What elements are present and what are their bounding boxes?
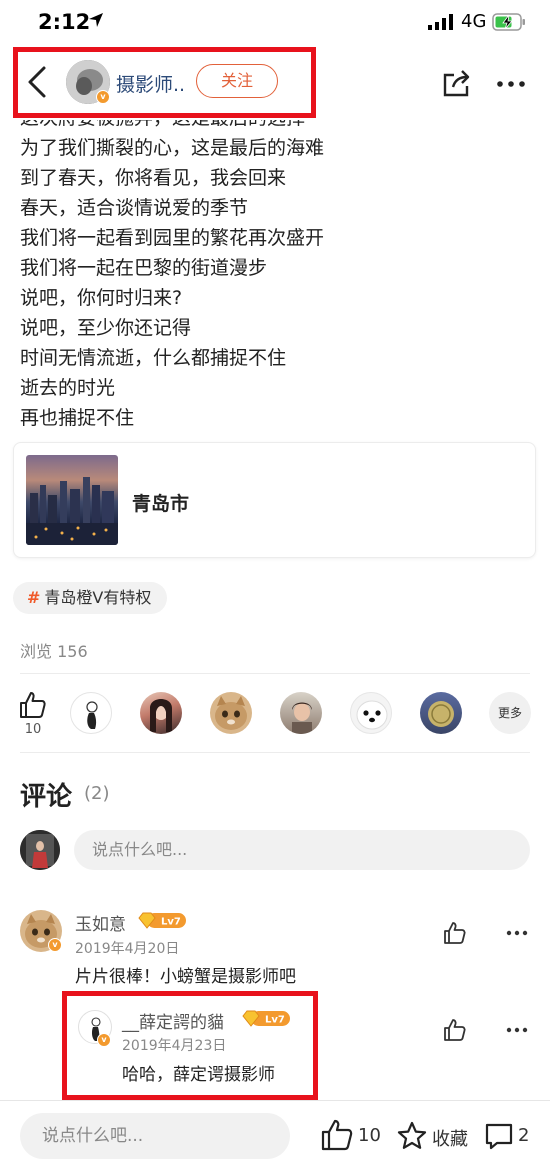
- my-avatar: [20, 830, 60, 870]
- more-likers-button[interactable]: 更多: [489, 692, 531, 734]
- person-avatar: [292, 702, 312, 734]
- comment-date: 2019年4月20日: [75, 941, 180, 957]
- thumbs-up-icon[interactable]: [320, 1118, 354, 1152]
- status-time: 2:12: [38, 10, 91, 34]
- comment-text: 片片很棒！小螃蟹是摄影师吧: [75, 967, 296, 987]
- article-line: 说吧，你何时归来?: [20, 287, 183, 309]
- verified-badge-icon: v: [48, 938, 62, 952]
- thumbs-up-icon: [20, 692, 46, 718]
- more-dots-icon[interactable]: [506, 1027, 528, 1033]
- liker-avatar[interactable]: [280, 692, 322, 734]
- article-line: 时间无情流逝，什么都捕捉不住: [20, 347, 287, 369]
- location-name: 青岛市: [132, 493, 190, 515]
- location-thumbnail: [26, 455, 118, 545]
- hash-icon: #: [27, 588, 41, 607]
- article-line: 这次將要被抛弃，这是最后的选择: [20, 120, 530, 133]
- topic-label: 青岛橙V有特权: [44, 588, 152, 607]
- bottom-comment-input[interactable]: 说点什么吧...: [20, 1113, 290, 1159]
- location-card[interactable]: 青岛市: [13, 442, 536, 558]
- article-line: 为了我们撕裂的心，这是最后的海难: [20, 137, 325, 159]
- liker-avatar[interactable]: [350, 692, 392, 734]
- highlight-box-author: [13, 47, 316, 118]
- location-arrow-icon: [89, 13, 103, 27]
- thumbs-up-icon[interactable]: [443, 1018, 467, 1042]
- cat-avatar: [215, 696, 247, 730]
- white-dog-avatar: [356, 700, 388, 730]
- star-icon[interactable]: [396, 1120, 428, 1152]
- person-avatar: [150, 699, 172, 732]
- person-avatar: [20, 830, 60, 870]
- article-body: 这次將要被抛弃，这是最后的选择 为了我们撕裂的心，这是最后的海难 到了春天，你将…: [20, 120, 530, 428]
- thumbs-up-icon[interactable]: [443, 921, 467, 945]
- comments-title: 评论: [20, 782, 73, 812]
- view-count: 浏览 156: [20, 642, 88, 661]
- article-line: 说吧，至少你还记得: [20, 317, 192, 339]
- liker-avatar[interactable]: [210, 692, 252, 734]
- comments-count: (2): [84, 783, 110, 804]
- article-line: 到了春天，你将看见，我会回来: [20, 167, 287, 189]
- article-line: 春天，适合谈情说爱的季节: [20, 197, 249, 219]
- share-icon[interactable]: [442, 68, 472, 98]
- level-badge-icon: Lv7: [138, 912, 186, 929]
- divider: [20, 673, 530, 674]
- comment-input[interactable]: 说点什么吧...: [74, 830, 530, 870]
- like-button[interactable]: 10: [18, 690, 48, 740]
- topic-tag[interactable]: # 青岛橙V有特权: [13, 582, 168, 614]
- bottom-like-count[interactable]: 10: [358, 1125, 381, 1146]
- divider: [20, 752, 530, 753]
- bottom-divider: [0, 1100, 550, 1101]
- status-bar: 2:12 4G: [0, 0, 550, 44]
- level-text: Lv7: [161, 917, 181, 928]
- liker-avatar[interactable]: [140, 692, 182, 734]
- favorite-label[interactable]: 收藏: [432, 1125, 468, 1151]
- liker-avatar[interactable]: [420, 692, 462, 734]
- network-label: 4G: [461, 11, 487, 32]
- battery-charging-icon: [492, 13, 525, 31]
- signal-icon: [428, 14, 453, 30]
- cat-sketch-avatar: [86, 701, 98, 729]
- liker-avatar[interactable]: [70, 692, 112, 734]
- more-dots-icon[interactable]: [496, 80, 526, 88]
- article-line: 再也捕捉不住: [20, 407, 135, 428]
- city-skyline-image: [26, 477, 118, 545]
- coin-avatar: [428, 701, 454, 727]
- article-line: 我们将一起在巴黎的街道漫步: [20, 257, 268, 279]
- highlight-box-reply: [62, 991, 318, 1100]
- comment-bubble-icon[interactable]: [484, 1121, 514, 1151]
- article-line: 我们将一起看到园里的繁花再次盛开: [20, 227, 325, 249]
- more-dots-icon[interactable]: [506, 930, 528, 936]
- like-count: 10: [24, 722, 42, 737]
- article-line: 逝去的时光: [20, 377, 116, 399]
- commenter-name[interactable]: 玉如意: [75, 910, 126, 935]
- bottom-comment-count[interactable]: 2: [518, 1125, 529, 1146]
